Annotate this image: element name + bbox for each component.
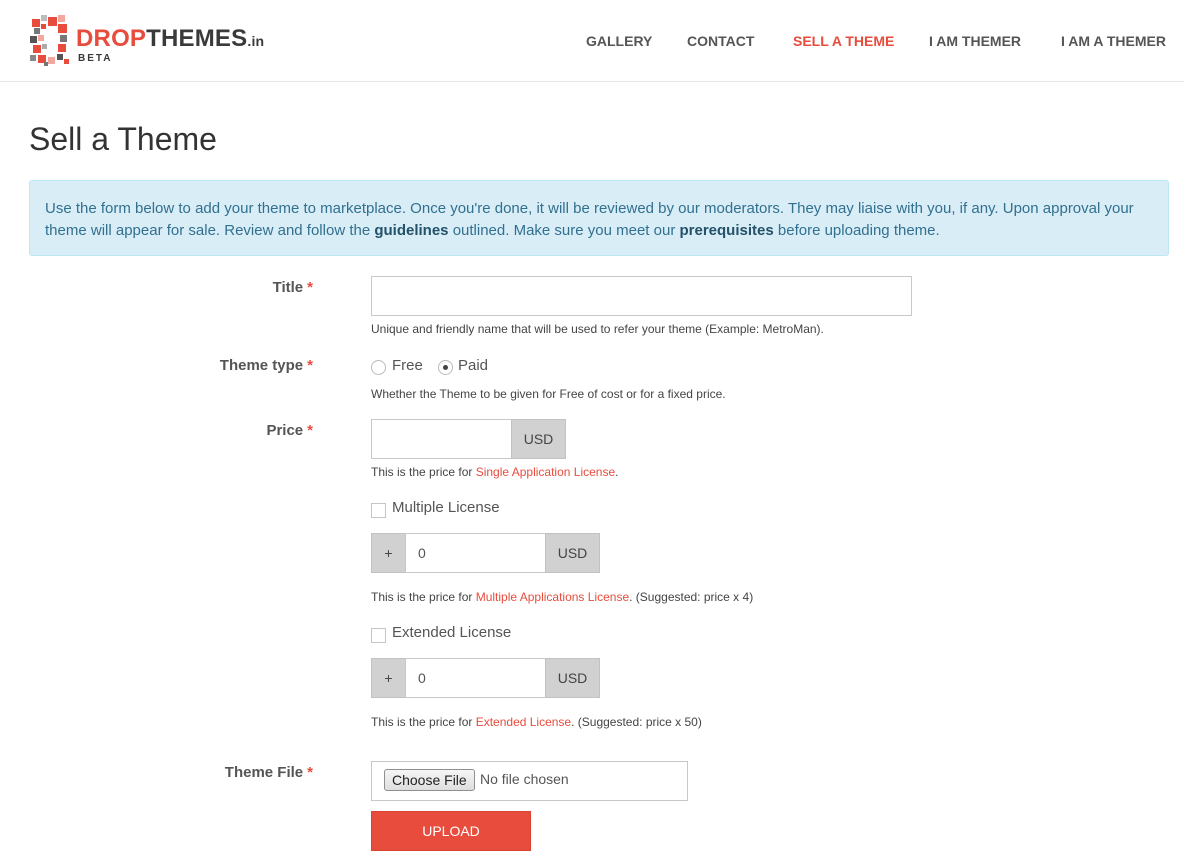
multiple-license-help: This is the price for Multiple Applicati…: [371, 590, 754, 604]
required-marker: *: [307, 357, 313, 374]
title-help: Unique and friendly name that will be us…: [371, 322, 824, 336]
page-title: Sell a Theme: [29, 121, 217, 157]
info-alert: Use the form below to add your theme to …: [29, 180, 1169, 256]
price-label: Price *: [266, 422, 313, 439]
theme-file-input[interactable]: Choose File No file chosen: [371, 761, 688, 801]
choose-file-button[interactable]: Choose File: [384, 769, 475, 791]
site-header: DROPTHEMES.in BETA GALLERY CONTACT SELL …: [0, 0, 1184, 82]
theme-type-help: Whether the Theme to be given for Free o…: [371, 387, 726, 401]
multiple-license-input[interactable]: [405, 533, 546, 573]
radio-paid-label[interactable]: Paid: [458, 357, 488, 374]
extended-license-currency-addon: USD: [545, 658, 600, 698]
nav-contact[interactable]: CONTACT: [687, 33, 754, 49]
main-nav: GALLERY CONTACT SELL A THEME I AM THEMER…: [0, 33, 1184, 53]
price-currency-addon: USD: [511, 419, 566, 459]
nav-sell-a-theme[interactable]: SELL A THEME: [793, 33, 894, 49]
brand-beta-tag: BETA: [78, 53, 113, 64]
radio-free[interactable]: [371, 360, 386, 375]
price-help: This is the price for Single Application…: [371, 465, 619, 479]
multiple-license-currency-addon: USD: [545, 533, 600, 573]
radio-free-label[interactable]: Free: [392, 357, 423, 374]
extended-license-label[interactable]: Extended License: [392, 624, 511, 641]
nav-i-am-themer[interactable]: I AM THEMER: [929, 33, 1021, 49]
theme-type-label: Theme type *: [219, 357, 313, 374]
required-marker: *: [307, 764, 313, 781]
title-input[interactable]: [371, 276, 912, 316]
extended-license-input[interactable]: [405, 658, 546, 698]
multiple-license-plus-addon: +: [371, 533, 406, 573]
file-status-text: No file chosen: [480, 771, 569, 787]
multiple-license-label[interactable]: Multiple License: [392, 499, 500, 516]
multiple-license-checkbox[interactable]: [371, 503, 386, 518]
extended-license-checkbox[interactable]: [371, 628, 386, 643]
theme-file-label: Theme File *: [224, 764, 313, 781]
extended-license-link[interactable]: Extended License: [476, 715, 571, 729]
upload-button[interactable]: UPLOAD: [371, 811, 531, 851]
guidelines-link[interactable]: guidelines: [374, 222, 448, 239]
required-marker: *: [307, 422, 313, 439]
price-input[interactable]: [371, 419, 512, 459]
required-marker: *: [307, 279, 313, 296]
single-license-link[interactable]: Single Application License: [476, 465, 615, 479]
extended-license-help: This is the price for Extended License. …: [371, 715, 702, 729]
nav-i-am-a-themer[interactable]: I AM A THEMER: [1061, 33, 1166, 49]
nav-gallery[interactable]: GALLERY: [586, 33, 652, 49]
title-label: Title *: [272, 279, 313, 296]
prerequisites-link[interactable]: prerequisites: [680, 222, 774, 239]
radio-paid[interactable]: [438, 360, 453, 375]
multiple-license-link[interactable]: Multiple Applications License: [476, 590, 629, 604]
extended-license-plus-addon: +: [371, 658, 406, 698]
